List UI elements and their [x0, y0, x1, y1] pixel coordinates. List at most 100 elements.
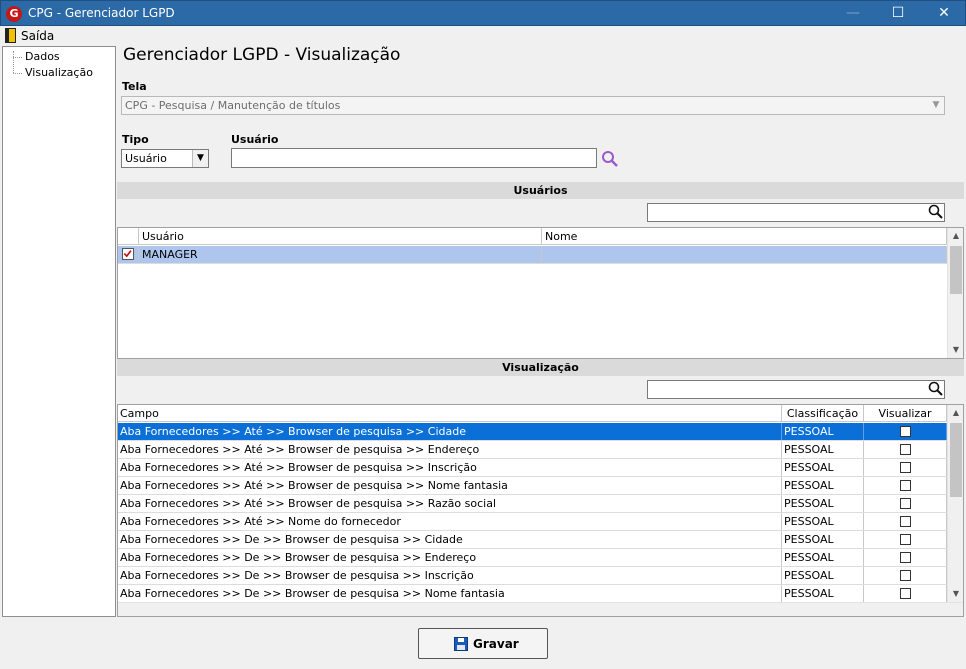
- visualizar-checkbox[interactable]: [900, 426, 911, 437]
- cell-classificacao: PESSOAL: [782, 441, 864, 458]
- table-row[interactable]: Aba Fornecedores >> Até >> Browser de pe…: [118, 495, 947, 513]
- tipo-select-value: Usuário: [125, 152, 167, 165]
- table-row[interactable]: Aba Fornecedores >> De >> Browser de pes…: [118, 585, 947, 603]
- cell-visualizar: [864, 585, 947, 602]
- cell-classificacao: PESSOAL: [782, 459, 864, 476]
- cell-visualizar: [864, 567, 947, 584]
- chevron-down-icon[interactable]: ▼: [192, 150, 208, 167]
- cell-classificacao: PESSOAL: [782, 531, 864, 548]
- users-filter-input[interactable]: [647, 203, 945, 222]
- usuario-label: Usuário: [231, 133, 279, 146]
- cell-visualizar: [864, 459, 947, 476]
- app-logo-icon: G: [6, 6, 22, 22]
- maximize-icon[interactable]: ☐: [875, 1, 921, 26]
- visualizar-checkbox[interactable]: [900, 498, 911, 509]
- table-row[interactable]: Aba Fornecedores >> Até >> Browser de pe…: [118, 477, 947, 495]
- users-vertical-scrollbar[interactable]: ▲ ▼: [947, 228, 963, 358]
- tipo-label: Tipo: [122, 133, 149, 146]
- view-grid-body: Aba Fornecedores >> Até >> Browser de pe…: [118, 423, 947, 603]
- horizontal-scroll-area: [118, 602, 963, 616]
- tree-connector: [13, 57, 22, 58]
- column-header-usuario[interactable]: Usuário: [139, 228, 542, 245]
- visualizar-checkbox[interactable]: [900, 588, 911, 599]
- cell-classificacao: PESSOAL: [782, 423, 864, 440]
- cell-visualizar: [864, 531, 947, 548]
- checkbox-checked-icon[interactable]: [122, 248, 134, 260]
- cell-classificacao: PESSOAL: [782, 567, 864, 584]
- scroll-up-icon[interactable]: ▲: [948, 228, 963, 244]
- usuario-input[interactable]: [231, 148, 597, 168]
- column-header-nome[interactable]: Nome: [542, 228, 947, 245]
- menu-bar: Saída: [1, 26, 965, 46]
- table-row[interactable]: Aba Fornecedores >> De >> Browser de pes…: [118, 549, 947, 567]
- scroll-down-icon[interactable]: ▼: [948, 342, 963, 358]
- search-icon[interactable]: [928, 381, 944, 397]
- page-title: Gerenciador LGPD - Visualização: [123, 45, 401, 65]
- visualizar-checkbox[interactable]: [900, 534, 911, 545]
- save-button-label: Gravar: [473, 637, 519, 651]
- tela-label: Tela: [122, 80, 147, 93]
- visualizar-checkbox[interactable]: [900, 480, 911, 491]
- view-grid: Campo Classificação Visualizar Aba Forne…: [117, 404, 964, 617]
- cell-campo: Aba Fornecedores >> Até >> Browser de pe…: [118, 495, 782, 512]
- cell-campo: Aba Fornecedores >> Até >> Browser de pe…: [118, 441, 782, 458]
- floppy-disk-icon: [454, 637, 468, 651]
- tipo-select[interactable]: Usuário ▼: [121, 149, 209, 168]
- table-row[interactable]: Aba Fornecedores >> Até >> Browser de pe…: [118, 459, 947, 477]
- menu-item-exit[interactable]: Saída: [21, 29, 54, 43]
- view-filter-input[interactable]: [647, 380, 945, 399]
- cell-classificacao: PESSOAL: [782, 585, 864, 602]
- row-check-cell: [118, 246, 139, 263]
- cell-campo: Aba Fornecedores >> De >> Browser de pes…: [118, 567, 782, 584]
- visualizar-checkbox[interactable]: [900, 570, 911, 581]
- chevron-down-icon[interactable]: ▼: [928, 97, 944, 114]
- search-icon[interactable]: [928, 204, 944, 220]
- tree-connector: [13, 51, 14, 73]
- cell-usuario: MANAGER: [139, 246, 542, 263]
- visualizar-checkbox[interactable]: [900, 444, 911, 455]
- tela-select[interactable]: CPG - Pesquisa / Manutenção de títulos ▼: [121, 96, 945, 115]
- cell-classificacao: PESSOAL: [782, 477, 864, 494]
- save-button[interactable]: Gravar: [418, 628, 548, 659]
- view-vertical-scrollbar[interactable]: ▲ ▼: [947, 405, 963, 602]
- indicator-column-header: [118, 228, 139, 245]
- view-section-header: Visualização: [117, 359, 964, 376]
- scroll-down-icon[interactable]: ▼: [948, 586, 963, 602]
- visualizar-checkbox[interactable]: [900, 462, 911, 473]
- tree-item-dados[interactable]: Dados: [25, 50, 60, 63]
- cell-visualizar: [864, 441, 947, 458]
- minimize-icon[interactable]: —: [830, 1, 876, 26]
- cell-visualizar: [864, 423, 947, 440]
- cell-campo: Aba Fornecedores >> Até >> Browser de pe…: [118, 459, 782, 476]
- close-icon[interactable]: ✕: [921, 1, 966, 26]
- cell-campo: Aba Fornecedores >> De >> Browser de pes…: [118, 585, 782, 602]
- window-title: CPG - Gerenciador LGPD: [28, 6, 175, 20]
- cell-classificacao: PESSOAL: [782, 495, 864, 512]
- table-row[interactable]: MANAGER: [118, 246, 947, 264]
- table-row[interactable]: Aba Fornecedores >> De >> Browser de pes…: [118, 567, 947, 585]
- tela-select-value: CPG - Pesquisa / Manutenção de títulos: [125, 99, 341, 112]
- users-grid-header: Usuário Nome: [118, 228, 947, 245]
- cell-campo: Aba Fornecedores >> Até >> Browser de pe…: [118, 477, 782, 494]
- column-header-visualizar[interactable]: Visualizar: [864, 405, 947, 422]
- search-icon[interactable]: [601, 150, 619, 168]
- cell-visualizar: [864, 513, 947, 530]
- cell-visualizar: [864, 495, 947, 512]
- table-row[interactable]: Aba Fornecedores >> Até >> Nome do forne…: [118, 513, 947, 531]
- column-header-campo[interactable]: Campo: [118, 405, 782, 422]
- scroll-thumb[interactable]: [950, 246, 962, 294]
- cell-classificacao: PESSOAL: [782, 513, 864, 530]
- table-row[interactable]: Aba Fornecedores >> De >> Browser de pes…: [118, 531, 947, 549]
- cell-campo: Aba Fornecedores >> De >> Browser de pes…: [118, 549, 782, 566]
- visualizar-checkbox[interactable]: [900, 552, 911, 563]
- scroll-thumb[interactable]: [950, 423, 962, 497]
- visualizar-checkbox[interactable]: [900, 516, 911, 527]
- table-row[interactable]: Aba Fornecedores >> Até >> Browser de pe…: [118, 423, 947, 441]
- navigation-tree: Dados Visualização: [2, 46, 116, 617]
- scroll-up-icon[interactable]: ▲: [948, 405, 963, 421]
- column-header-classificacao[interactable]: Classificação: [782, 405, 864, 422]
- view-grid-header: Campo Classificação Visualizar: [118, 405, 947, 422]
- tree-item-visualizacao[interactable]: Visualização: [25, 66, 93, 79]
- table-row[interactable]: Aba Fornecedores >> Até >> Browser de pe…: [118, 441, 947, 459]
- users-grid: Usuário Nome MANAGER ▲ ▼: [117, 227, 964, 359]
